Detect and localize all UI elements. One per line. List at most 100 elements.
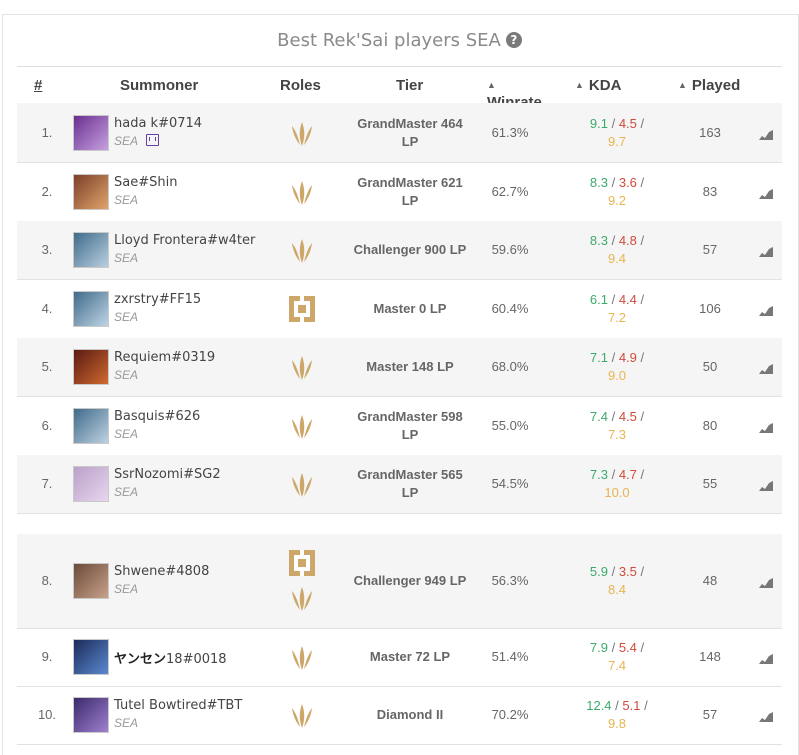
chart-icon[interactable] xyxy=(759,479,773,491)
summoner[interactable]: hada k#0714 xyxy=(114,116,202,131)
kills: 7.3 xyxy=(589,467,608,482)
summoner-name[interactable]: ヤンセン xyxy=(114,652,166,667)
table-row[interactable]: 4. zxrstry#FF15 SEA Master 0 LP 60.4% 6.… xyxy=(17,279,782,339)
avatar[interactable] xyxy=(73,232,109,268)
avatar[interactable] xyxy=(73,173,109,210)
avatar[interactable] xyxy=(73,290,109,327)
summoner-tag[interactable]: #0319 xyxy=(171,350,215,365)
summoner[interactable]: Sae#Shin xyxy=(114,175,177,190)
tier: Challenger 900 LP xyxy=(337,241,483,259)
region-text: SEA xyxy=(114,309,139,324)
chart-icon[interactable] xyxy=(759,128,773,140)
region-text: SEA xyxy=(114,251,139,265)
kda-header[interactable]: ▲ KDA xyxy=(575,77,621,94)
assists: 7.3 xyxy=(607,426,627,442)
avatar[interactable] xyxy=(73,349,109,385)
kda-header-label: KDA xyxy=(588,77,622,94)
summoner[interactable]: Lloyd Frontera#w4ter xyxy=(114,233,255,248)
kda: 7.4 / 4.5 /7.3 xyxy=(589,408,645,442)
kills: 12.4 xyxy=(586,698,612,713)
avatar[interactable] xyxy=(73,466,109,502)
summoner-tag[interactable]: #SG2 xyxy=(183,467,221,482)
summoner-tag[interactable]: #626 xyxy=(165,409,201,424)
summoner[interactable]: Requiem#0319 xyxy=(114,350,215,365)
chart-icon[interactable] xyxy=(759,421,773,433)
tier-line-2: LP xyxy=(401,133,419,149)
table-row[interactable]: 9. ヤンセン18#0018 Master 72 LP 51.4% 7.9 / … xyxy=(17,628,782,687)
deaths: 4.5 xyxy=(618,408,637,424)
chart-icon[interactable] xyxy=(759,710,773,722)
rank-header[interactable]: # xyxy=(34,77,42,94)
table-row[interactable]: 7. SsrNozomi#SG2 SEA GrandMaster 565 LP 5… xyxy=(17,455,782,514)
kills: 7.9 xyxy=(589,640,608,655)
page-title: Best Rek'Sai players SEA? xyxy=(0,30,799,51)
summoner-name-suffix[interactable]: 18 xyxy=(166,652,183,667)
deaths: 4.5 xyxy=(618,115,637,131)
summoner[interactable]: zxrstry#FF15 xyxy=(114,292,201,307)
kda: 7.9 / 5.4 /7.4 xyxy=(589,640,645,673)
summoner-name[interactable]: zxrstry xyxy=(114,292,159,307)
summoner-tag[interactable]: #0714 xyxy=(158,116,202,131)
chart-icon[interactable] xyxy=(759,576,773,588)
table-row[interactable]: 10. Tutel Bowtired#TBT SEA Diamond II 70… xyxy=(17,686,782,745)
twitch-icon[interactable] xyxy=(146,133,160,146)
summoner-name[interactable]: Lloyd Frontera xyxy=(114,233,207,248)
avatar[interactable] xyxy=(73,407,109,444)
assists: 9.0 xyxy=(607,368,627,383)
chart-icon[interactable] xyxy=(759,304,773,316)
jungle-icon xyxy=(287,177,317,207)
summoner-tag[interactable]: #TBT xyxy=(207,698,243,713)
avatar[interactable] xyxy=(73,563,109,599)
summoner[interactable]: Shwene#4808 xyxy=(114,564,209,579)
summoner-name[interactable]: Sae xyxy=(114,175,138,190)
table-row[interactable]: 2. Sae#Shin SEA GrandMaster 621 LP 62.7% … xyxy=(17,162,782,222)
avatar[interactable] xyxy=(73,639,109,675)
summoner[interactable]: Basquis#626 xyxy=(114,409,200,424)
chart-icon[interactable] xyxy=(759,652,773,664)
summoner[interactable]: Tutel Bowtired#TBT xyxy=(114,698,242,713)
jungle-icon xyxy=(287,583,317,613)
assists: 7.4 xyxy=(607,658,627,673)
avatar[interactable] xyxy=(73,697,109,733)
assists: 9.8 xyxy=(607,716,627,731)
summoner-tag[interactable]: #0018 xyxy=(183,652,227,667)
table-row[interactable]: 1. hada k#0714 SEA GrandMaster 464 LP 61.… xyxy=(17,103,782,163)
winrate: 70.2% xyxy=(491,707,529,722)
table-row[interactable]: 5. Requiem#0319 SEA Master 148 LP 68.0% … xyxy=(17,338,782,397)
table-row[interactable]: 8. Shwene#4808 SEA Challenger 949 LP 56.… xyxy=(17,534,782,629)
tier-line-1: GrandMaster 621 xyxy=(357,174,463,190)
summoner-name[interactable]: Basquis xyxy=(114,409,165,424)
summoner-tag[interactable]: #Shin xyxy=(138,175,177,190)
tier: Master 148 LP xyxy=(337,358,483,376)
games-played: 163 xyxy=(699,124,721,140)
assists: 9.7 xyxy=(607,133,627,149)
summoner-name[interactable]: Tutel Bowtired xyxy=(114,698,207,713)
help-icon[interactable]: ? xyxy=(505,32,522,48)
summoner-name[interactable]: Shwene xyxy=(114,564,165,579)
summoner-tag[interactable]: #4808 xyxy=(165,564,209,579)
kills: 8.3 xyxy=(589,233,608,248)
table-row[interactable]: 6. Basquis#626 SEA GrandMaster 598 LP 55.… xyxy=(17,396,782,456)
winrate: 68.0% xyxy=(491,359,529,374)
games-played: 83 xyxy=(702,183,718,199)
table-row[interactable]: 3. Lloyd Frontera#w4ter SEA Challenger 9… xyxy=(17,221,782,280)
winrate: 59.6% xyxy=(491,242,529,257)
region-text: SEA xyxy=(114,716,139,730)
tier: GrandMaster 598 LP xyxy=(337,408,483,444)
chart-icon[interactable] xyxy=(759,362,773,374)
rank: 8. xyxy=(41,573,53,588)
chart-icon[interactable] xyxy=(759,245,773,257)
kda: 5.9 / 3.5 /8.4 xyxy=(589,564,645,597)
summoner-tag[interactable]: #FF15 xyxy=(159,292,201,307)
deaths: 3.6 xyxy=(618,174,637,190)
summoner[interactable]: ヤンセン18#0018 xyxy=(114,648,227,667)
summoner-name[interactable]: hada k xyxy=(114,116,158,131)
summoner[interactable]: SsrNozomi#SG2 xyxy=(114,467,221,482)
summoner-tag[interactable]: #w4ter xyxy=(207,233,255,248)
chart-icon[interactable] xyxy=(759,187,773,199)
summoner-name[interactable]: SsrNozomi xyxy=(114,467,183,482)
summoner-name[interactable]: Requiem xyxy=(114,350,171,365)
assists: 9.4 xyxy=(607,251,627,266)
avatar[interactable] xyxy=(73,114,109,151)
played-header[interactable]: ▲ Played xyxy=(678,77,740,94)
